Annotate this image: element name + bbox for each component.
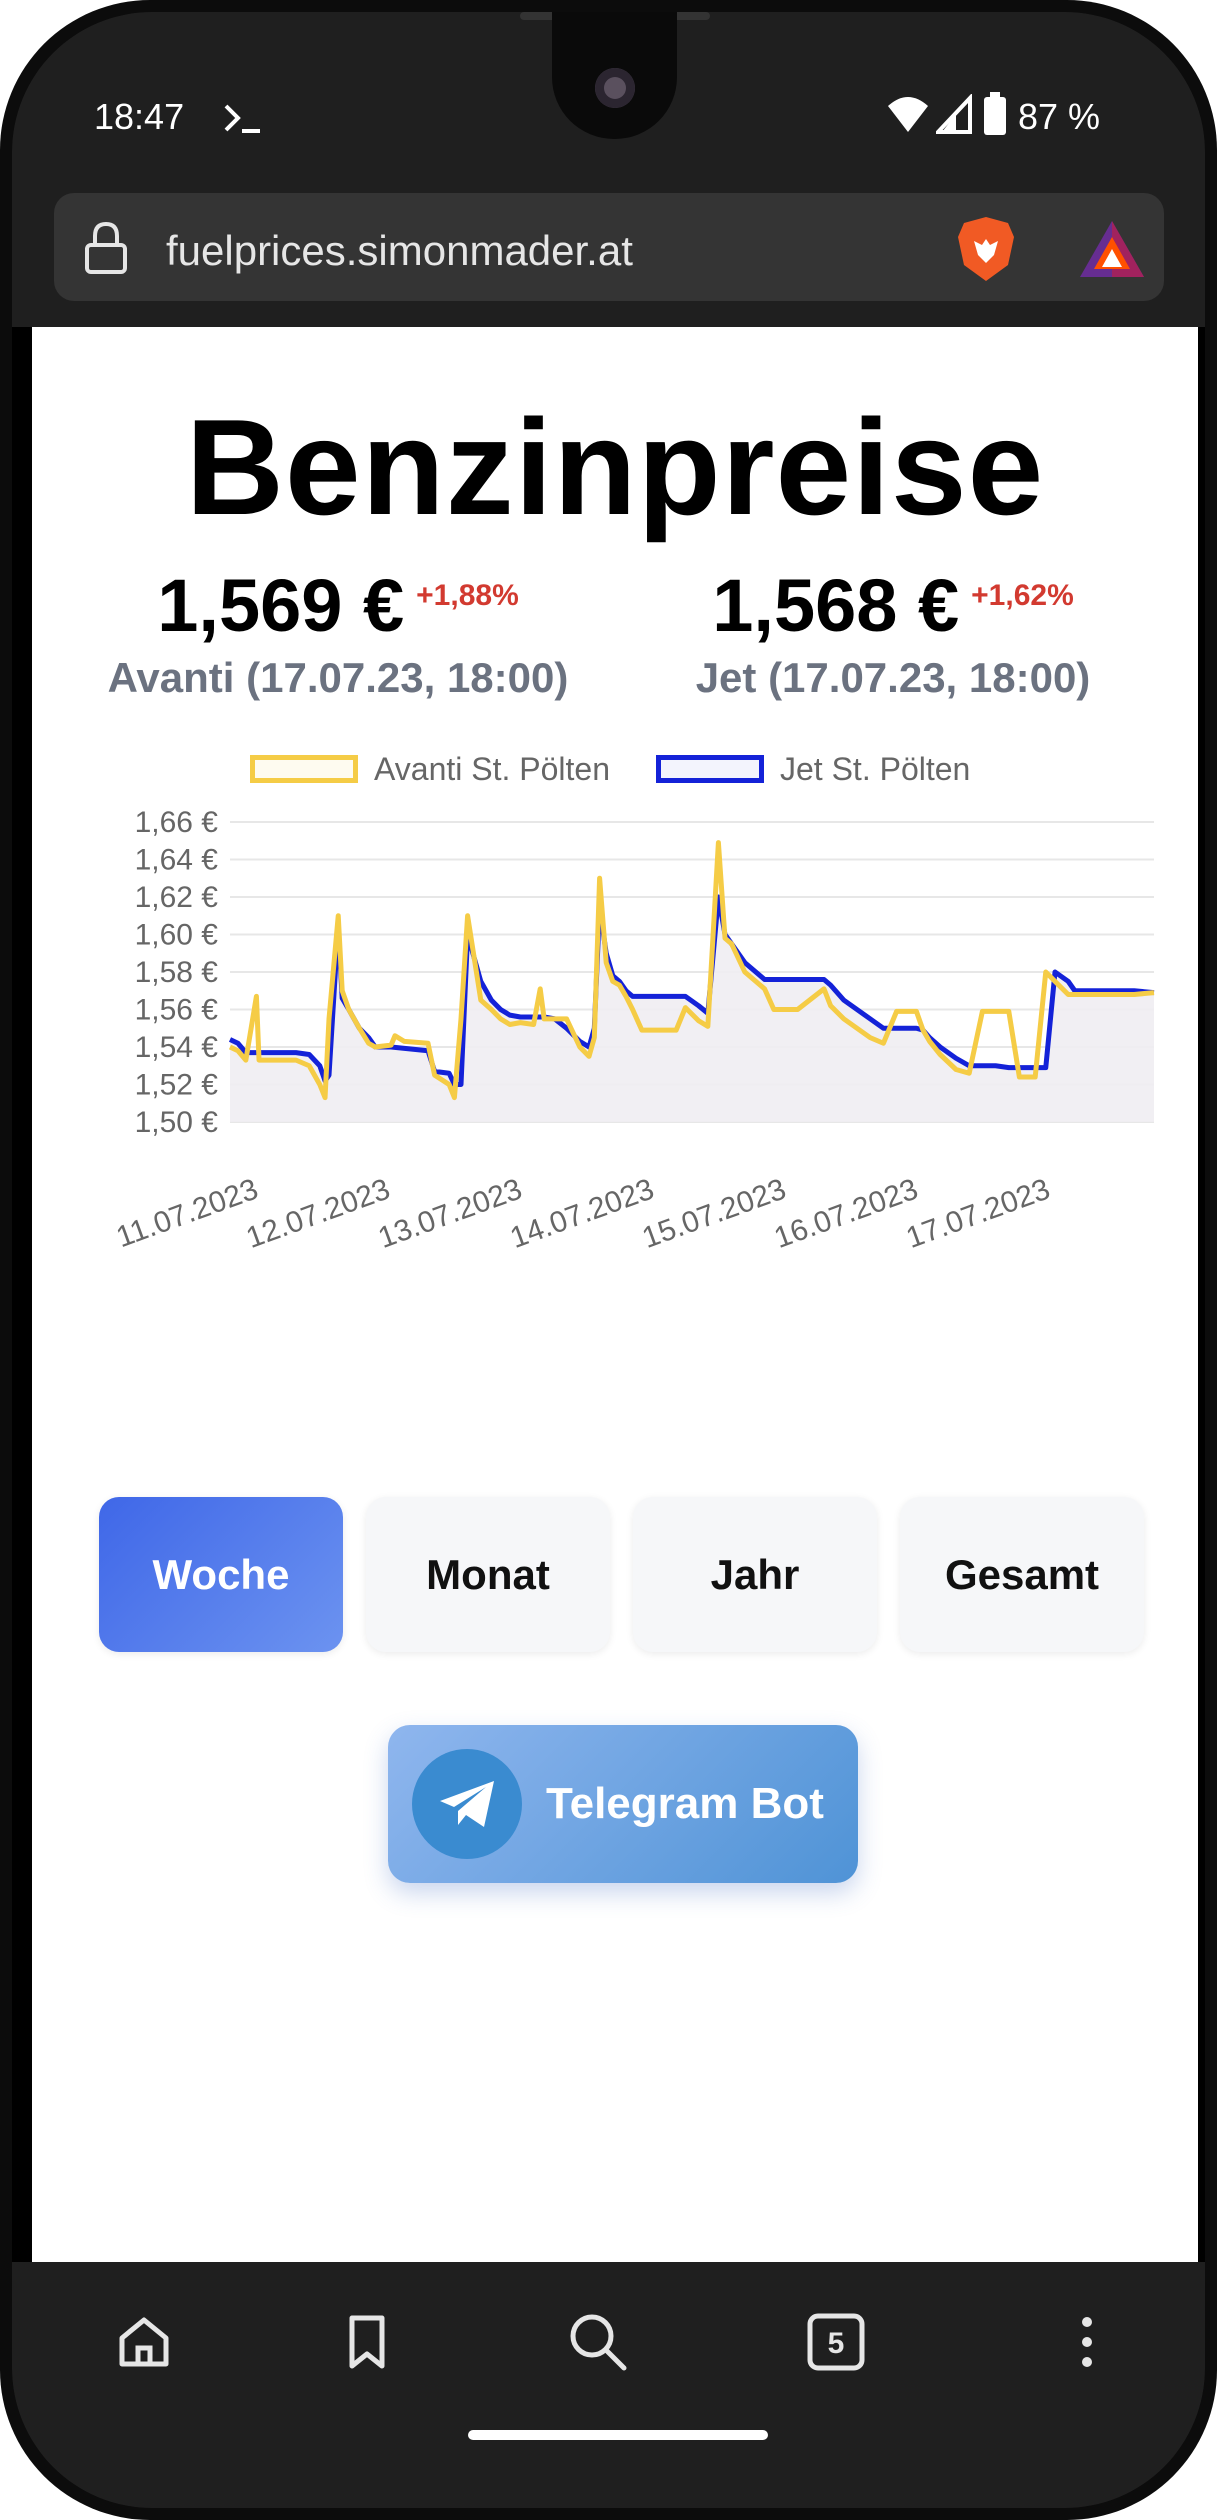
y-tick-label: 1,50 € (135, 1106, 219, 1139)
y-tick-label: 1,64 € (135, 844, 219, 877)
price-chart[interactable]: 1,66 € 1,64 € 1,62 € 1,60 € 1,58 € 1,56 € 1,54… (32, 797, 1198, 1257)
phone-frame: 18:47 87 % fuelprices.simonmader.at Benz… (0, 0, 1217, 2520)
cell-signal-icon (933, 92, 972, 143)
address-bar[interactable]: fuelprices.simonmader.at (54, 193, 1164, 301)
chart-legend: Avanti St. Pölten Jet St. Pölten (32, 745, 1198, 793)
y-tick-label: 1,52 € (135, 1069, 219, 1102)
search-icon[interactable] (563, 2307, 633, 2377)
legend-label: Jet St. Pölten (780, 750, 971, 787)
wifi-icon (886, 94, 930, 143)
terminal-prompt-icon (222, 98, 264, 147)
legend-item-avanti[interactable]: Avanti St. Pölten (250, 745, 610, 793)
status-time: 18:47 (94, 96, 185, 137)
y-tick-label: 1,54 € (135, 1031, 219, 1064)
page-title: Benzinpreise (185, 391, 1045, 543)
x-tick-label: 16.07.2023 (770, 1173, 922, 1255)
x-tick-label: 15.07.2023 (638, 1173, 790, 1255)
range-button-monat[interactable]: Monat (366, 1497, 610, 1652)
x-tick-label: 11.07.2023 (112, 1173, 262, 1255)
screen: 18:47 87 % fuelprices.simonmader.at Benz… (12, 12, 1205, 2508)
y-tick-label: 1,62 € (135, 881, 219, 914)
home-indicator[interactable] (468, 2430, 768, 2440)
url-text[interactable]: fuelprices.simonmader.at (166, 227, 633, 275)
brave-shields-icon[interactable] (954, 215, 1018, 288)
price-label: Jet (17.07.23, 18:00) (695, 654, 1091, 701)
home-icon[interactable] (109, 2307, 179, 2377)
price-change: +1,62% (971, 579, 1074, 612)
y-tick-label: 1,56 € (135, 994, 219, 1027)
bookmark-icon[interactable] (332, 2307, 402, 2377)
price-change: +1,88% (416, 579, 519, 612)
browser-bottom-bar (12, 2262, 1205, 2508)
x-tick-label: 13.07.2023 (374, 1173, 526, 1255)
x-tick-label: 14.07.2023 (506, 1173, 658, 1255)
brave-rewards-icon[interactable] (1078, 219, 1146, 284)
legend-swatch (656, 755, 764, 783)
battery-percentage: 87 % (1018, 96, 1101, 137)
lock-icon (84, 221, 128, 280)
legend-label: Avanti St. Pölten (374, 750, 610, 787)
telegram-icon (412, 1749, 522, 1859)
telegram-label: Telegram Bot (546, 1779, 824, 1828)
range-button-gesamt[interactable]: Gesamt (900, 1497, 1144, 1652)
price-avanti: 1,569 € +1,88% Avanti (17.07.23, 18:00) (58, 563, 618, 702)
price-value: 1,568 € (712, 564, 960, 647)
price-label: Avanti (17.07.23, 18:00) (107, 654, 569, 701)
front-camera (595, 68, 635, 108)
svg-text:5: 5 (828, 2327, 845, 2360)
battery-icon (982, 92, 1008, 145)
y-tick-label: 1,66 € (135, 806, 219, 839)
tabs-icon[interactable]: 5 (801, 2307, 871, 2377)
y-tick-label: 1,58 € (135, 956, 219, 989)
legend-item-jet[interactable]: Jet St. Pölten (656, 745, 970, 793)
range-button-woche[interactable]: Woche (99, 1497, 343, 1652)
range-button-jahr[interactable]: Jahr (633, 1497, 877, 1652)
more-menu-icon[interactable] (1052, 2307, 1122, 2377)
y-tick-label: 1,60 € (135, 919, 219, 952)
price-jet: 1,568 € +1,62% Jet (17.07.23, 18:00) (613, 563, 1173, 702)
price-value: 1,569 € (157, 564, 405, 647)
x-tick-label: 17.07.2023 (902, 1173, 1054, 1255)
web-content: Benzinpreise 1,569 € +1,88% Avanti (17.07… (32, 327, 1198, 2262)
legend-swatch (250, 755, 358, 783)
telegram-bot-button[interactable]: Telegram Bot (388, 1725, 858, 1883)
x-tick-label: 12.07.2023 (242, 1173, 394, 1255)
